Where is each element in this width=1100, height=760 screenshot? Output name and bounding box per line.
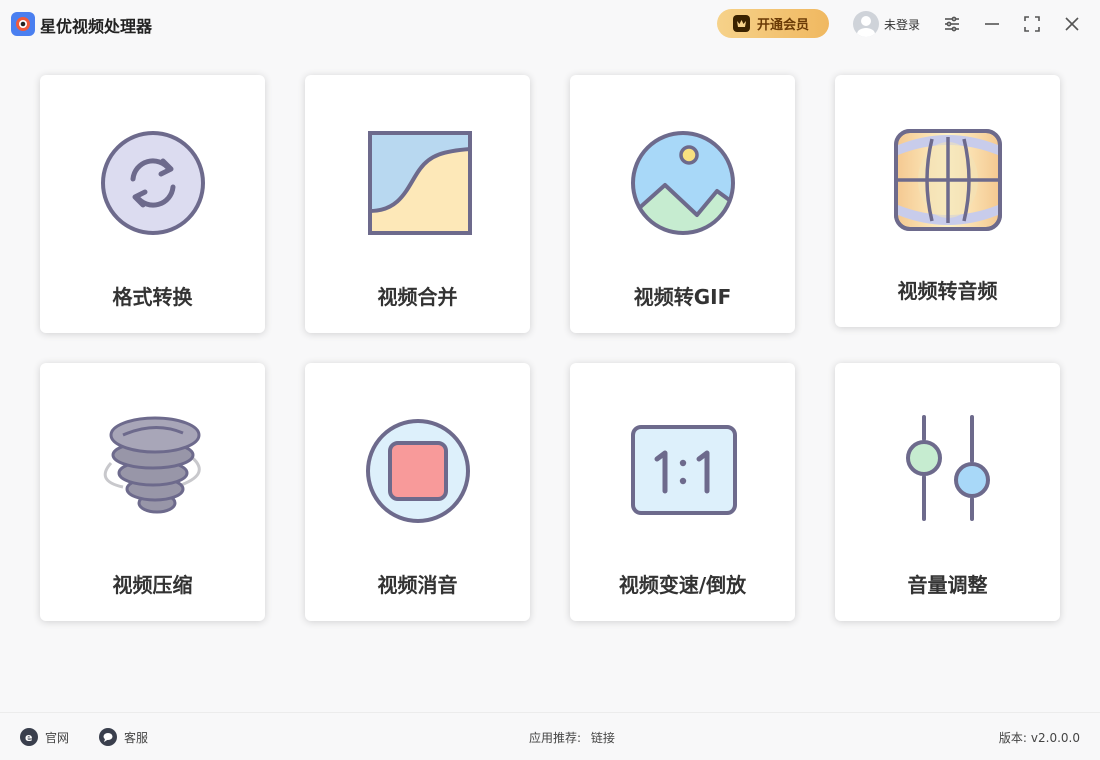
svg-text:e: e bbox=[25, 731, 32, 743]
card-label: 音量调整 bbox=[907, 573, 988, 597]
card-format-convert[interactable]: 格式转换 bbox=[40, 75, 265, 333]
card-video-merge[interactable]: 视频合并 bbox=[305, 75, 530, 333]
crown-icon bbox=[733, 15, 750, 32]
version-value: v2.0.0.0 bbox=[1030, 731, 1080, 745]
chat-icon bbox=[99, 728, 117, 746]
card-label: 视频消音 bbox=[377, 573, 458, 597]
settings-icon[interactable] bbox=[940, 12, 964, 36]
footer: e 官网 客服 应用推荐: 链接 版本: v2.0.0.0 bbox=[0, 712, 1100, 760]
card-video-mute[interactable]: 视频消音 bbox=[305, 363, 530, 621]
card-label: 视频合并 bbox=[377, 285, 458, 309]
card-label: 视频转GIF bbox=[633, 285, 732, 309]
card-video-speed-reverse[interactable]: 视频变速/倒放 bbox=[570, 363, 795, 621]
card-label: 视频转音频 bbox=[897, 279, 998, 303]
merge-icon bbox=[362, 127, 474, 239]
vip-button-label: 开通会员 bbox=[757, 18, 810, 33]
avatar-icon bbox=[853, 11, 879, 37]
audio-panel-icon bbox=[892, 127, 1004, 239]
card-label: 视频变速/倒放 bbox=[618, 573, 747, 597]
website-link[interactable]: e 官网 bbox=[20, 728, 69, 746]
recommend-label: 应用推荐: bbox=[529, 731, 582, 745]
card-label: 视频压缩 bbox=[112, 573, 193, 597]
website-label: 官网 bbox=[45, 730, 70, 745]
title-bar: 星优视频处理器 开通会员 未登录 bbox=[0, 0, 1100, 48]
card-video-compress[interactable]: 视频压缩 bbox=[40, 363, 265, 621]
refresh-icon bbox=[97, 127, 209, 239]
support-label: 客服 bbox=[124, 730, 149, 745]
app-logo-icon bbox=[11, 12, 35, 36]
image-icon bbox=[627, 127, 739, 239]
version-info: 版本: v2.0.0.0 bbox=[999, 729, 1080, 746]
version-label: 版本: bbox=[998, 731, 1027, 745]
minimize-icon[interactable] bbox=[980, 12, 1004, 36]
user-label: 未登录 bbox=[884, 17, 921, 32]
stop-icon bbox=[362, 415, 474, 527]
vip-button[interactable]: 开通会员 bbox=[717, 9, 829, 38]
maximize-icon[interactable] bbox=[1020, 12, 1044, 36]
sliders-icon bbox=[892, 415, 1004, 527]
card-label: 格式转换 bbox=[112, 285, 193, 309]
ratio-icon bbox=[627, 415, 739, 527]
recommend-link[interactable]: 链接 bbox=[591, 731, 615, 745]
app-title: 星优视频处理器 bbox=[40, 17, 153, 36]
close-icon[interactable] bbox=[1060, 12, 1084, 36]
card-video-to-audio[interactable]: 视频转音频 bbox=[835, 75, 1060, 327]
app-recommend: 应用推荐: 链接 bbox=[529, 729, 615, 746]
tornado-icon bbox=[97, 415, 209, 527]
support-link[interactable]: 客服 bbox=[99, 728, 148, 746]
login-button[interactable]: 未登录 bbox=[853, 11, 920, 37]
card-volume-adjust[interactable]: 音量调整 bbox=[835, 363, 1060, 621]
card-video-to-gif[interactable]: 视频转GIF bbox=[570, 75, 795, 333]
ie-icon: e bbox=[20, 728, 38, 746]
